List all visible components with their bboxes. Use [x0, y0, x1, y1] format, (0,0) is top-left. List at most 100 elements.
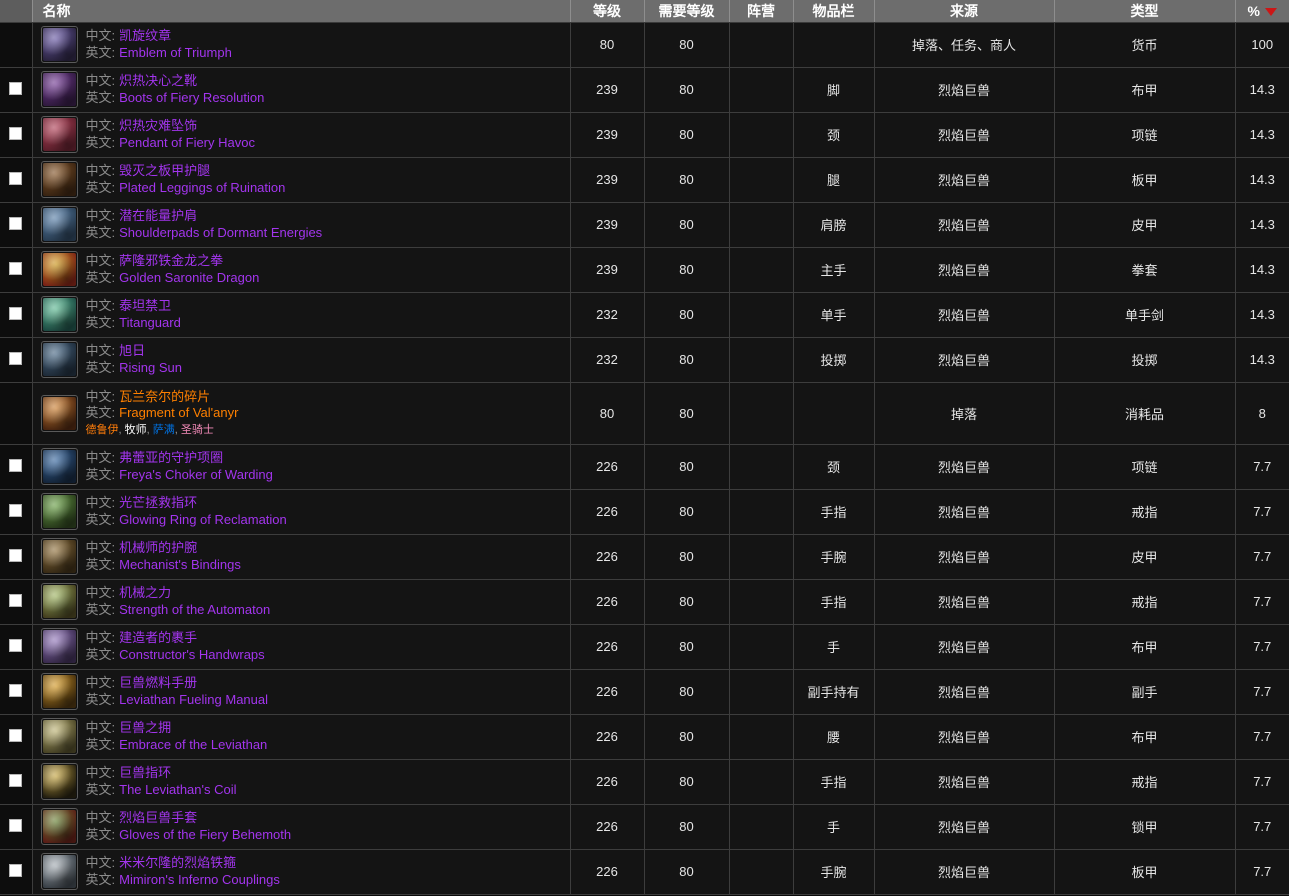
table-row[interactable]: 中文: 泰坦禁卫 英文: Titanguard 232 80 单手 烈焰巨兽 单手剑 14.3: [0, 292, 1289, 338]
item-name-en[interactable]: Titanguard: [119, 315, 181, 330]
item-name-zh[interactable]: 米米尔隆的烈焰铁箍: [119, 855, 236, 870]
table-row[interactable]: 中文: 巨兽之拥 英文: Embrace of the Leviathan 226 80 腰…: [0, 714, 1289, 760]
row-select-cell[interactable]: [0, 292, 33, 338]
golden-saronite-dragon-icon[interactable]: [40, 251, 78, 288]
column-header-name[interactable]: 名称: [32, 0, 571, 23]
table-row[interactable]: 中文: 巨兽燃料手册 英文: Leviathan Fueling Manual 226 8…: [0, 669, 1289, 715]
shoulderpads-of-dormant-energies-icon[interactable]: [40, 206, 78, 243]
mechanists-bindings-icon[interactable]: [40, 538, 78, 575]
row-select-cell[interactable]: [0, 444, 33, 490]
item-name-en[interactable]: Constructor's Handwraps: [119, 647, 265, 662]
item-name-zh[interactable]: 旭日: [119, 343, 145, 358]
table-row[interactable]: 中文: 机械师的护腕 英文: Mechanist's Bindings 226 80 手腕烈…: [0, 534, 1289, 580]
table-row[interactable]: 中文: 炽热决心之靴 英文: Boots of Fiery Resolution 239…: [0, 67, 1289, 113]
row-select-cell[interactable]: [0, 849, 33, 895]
pendant-of-fiery-havoc-icon[interactable]: [40, 116, 78, 153]
row-checkbox[interactable]: [9, 773, 23, 787]
rising-sun-icon[interactable]: [40, 341, 78, 378]
table-row[interactable]: 中文: 巨兽指环 英文: The Leviathan's Coil 226 80 手指 烈焰巨…: [0, 759, 1289, 805]
item-name-en[interactable]: Rising Sun: [119, 360, 182, 375]
row-checkbox[interactable]: [9, 171, 23, 185]
row-checkbox[interactable]: [9, 261, 23, 275]
table-row[interactable]: 中文: 光芒拯救指环 英文: Glowing Ring of Reclamation 2…: [0, 489, 1289, 535]
row-select-cell[interactable]: [0, 247, 33, 293]
item-name-en[interactable]: Embrace of the Leviathan: [119, 737, 267, 752]
row-checkbox[interactable]: [9, 548, 23, 562]
table-row[interactable]: 中文: 凯旋纹章 英文: Emblem of Triumph 80 80 掉落、任务、商人货…: [0, 22, 1289, 68]
column-header-percent[interactable]: %: [1235, 0, 1289, 23]
item-name-en[interactable]: Gloves of the Fiery Behemoth: [119, 827, 291, 842]
fragment-of-valanyr-icon[interactable]: [40, 394, 78, 432]
column-header-level[interactable]: 等级: [570, 0, 645, 23]
row-checkbox[interactable]: [9, 638, 23, 652]
row-select-cell[interactable]: [0, 157, 33, 203]
row-select-cell[interactable]: [0, 669, 33, 715]
table-row[interactable]: 中文: 瓦兰奈尔的碎片 英文: Fragment of Val'anyr 德鲁伊, 牧师…: [0, 382, 1289, 445]
row-checkbox[interactable]: [9, 818, 23, 832]
item-name-zh[interactable]: 巨兽指环: [119, 765, 171, 780]
table-row[interactable]: 中文: 潜在能量护肩 英文: Shoulderpads of Dormant Ener…: [0, 202, 1289, 248]
item-name-zh[interactable]: 巨兽燃料手册: [119, 675, 197, 690]
row-select-cell[interactable]: [0, 534, 33, 580]
table-row[interactable]: 中文: 建造者的裹手 英文: Constructor's Handwraps 226 80…: [0, 624, 1289, 670]
item-name-zh[interactable]: 机械师的护腕: [119, 540, 197, 555]
glowing-ring-of-reclamation-icon[interactable]: [40, 493, 78, 530]
item-name-en[interactable]: Emblem of Triumph: [119, 45, 232, 60]
class-restriction-0[interactable]: 德鲁伊: [86, 424, 119, 436]
class-restriction-2[interactable]: 萨满: [153, 424, 175, 436]
item-name-zh[interactable]: 萨隆邪铁金龙之拳: [119, 253, 223, 268]
item-name-zh[interactable]: 巨兽之拥: [119, 720, 171, 735]
table-row[interactable]: 中文: 旭日 英文: Rising Sun 232 80 投掷 烈焰巨兽 投掷 14.3: [0, 337, 1289, 383]
item-name-en[interactable]: Shoulderpads of Dormant Energies: [119, 225, 322, 240]
item-name-en[interactable]: Freya's Choker of Warding: [119, 467, 273, 482]
column-header-faction[interactable]: 阵营: [729, 0, 794, 23]
item-name-zh[interactable]: 烈焰巨兽手套: [119, 810, 197, 825]
row-select-cell[interactable]: [0, 714, 33, 760]
row-checkbox[interactable]: [9, 126, 23, 140]
item-name-zh[interactable]: 泰坦禁卫: [119, 298, 171, 313]
row-select-cell[interactable]: [0, 579, 33, 625]
column-header-type[interactable]: 类型: [1054, 0, 1236, 23]
item-name-zh[interactable]: 光芒拯救指环: [119, 495, 197, 510]
row-select-cell[interactable]: [0, 759, 33, 805]
table-row[interactable]: 中文: 炽热灾难坠饰 英文: Pendant of Fiery Havoc 239 80 颈…: [0, 112, 1289, 158]
item-name-en[interactable]: Strength of the Automaton: [119, 602, 270, 617]
item-name-zh[interactable]: 炽热决心之靴: [119, 73, 197, 88]
the-leviathans-coil-icon[interactable]: [40, 763, 78, 800]
emblem-of-triumph-icon[interactable]: [40, 26, 78, 63]
strength-of-the-automaton-icon[interactable]: [40, 583, 78, 620]
sort-descending-icon[interactable]: [1264, 8, 1277, 17]
row-checkbox[interactable]: [9, 683, 23, 697]
item-name-en[interactable]: Mechanist's Bindings: [119, 557, 241, 572]
row-checkbox[interactable]: [9, 863, 23, 877]
boots-of-fiery-resolution-icon[interactable]: [40, 71, 78, 108]
item-name-en[interactable]: Mimiron's Inferno Couplings: [119, 872, 280, 887]
row-checkbox[interactable]: [9, 81, 23, 95]
row-checkbox[interactable]: [9, 216, 23, 230]
table-row[interactable]: 中文: 米米尔隆的烈焰铁箍 英文: Mimiron's Inferno Couplin…: [0, 849, 1289, 895]
class-restriction-3[interactable]: 圣骑士: [181, 424, 214, 436]
item-name-zh[interactable]: 凯旋纹章: [119, 28, 171, 43]
item-name-zh[interactable]: 弗蕾亚的守护项圈: [119, 450, 223, 465]
row-checkbox[interactable]: [9, 728, 23, 742]
row-checkbox[interactable]: [9, 503, 23, 517]
item-name-en[interactable]: The Leviathan's Coil: [119, 782, 236, 797]
row-checkbox[interactable]: [9, 351, 23, 365]
row-checkbox[interactable]: [9, 458, 23, 472]
freyas-choker-of-warding-icon[interactable]: [40, 448, 78, 485]
row-checkbox[interactable]: [9, 593, 23, 607]
embrace-of-the-leviathan-icon[interactable]: [40, 718, 78, 755]
row-select-cell[interactable]: [0, 489, 33, 535]
plated-leggings-of-ruination-icon[interactable]: [40, 161, 78, 198]
item-name-zh[interactable]: 潜在能量护肩: [119, 208, 197, 223]
row-select-cell[interactable]: [0, 67, 33, 113]
item-name-en[interactable]: Plated Leggings of Ruination: [119, 180, 285, 195]
table-row[interactable]: 中文: 弗蕾亚的守护项圈 英文: Freya's Choker of Warding 2…: [0, 444, 1289, 490]
item-name-zh[interactable]: 瓦兰奈尔的碎片: [119, 389, 210, 404]
gloves-of-the-fiery-behemoth-icon[interactable]: [40, 808, 78, 845]
column-header-source[interactable]: 来源: [874, 0, 1055, 23]
column-header-select-all[interactable]: [0, 0, 33, 23]
row-select-cell[interactable]: [0, 337, 33, 383]
leviathan-fueling-manual-icon[interactable]: [40, 673, 78, 710]
table-row[interactable]: 中文: 机械之力 英文: Strength of the Automaton 226 80…: [0, 579, 1289, 625]
